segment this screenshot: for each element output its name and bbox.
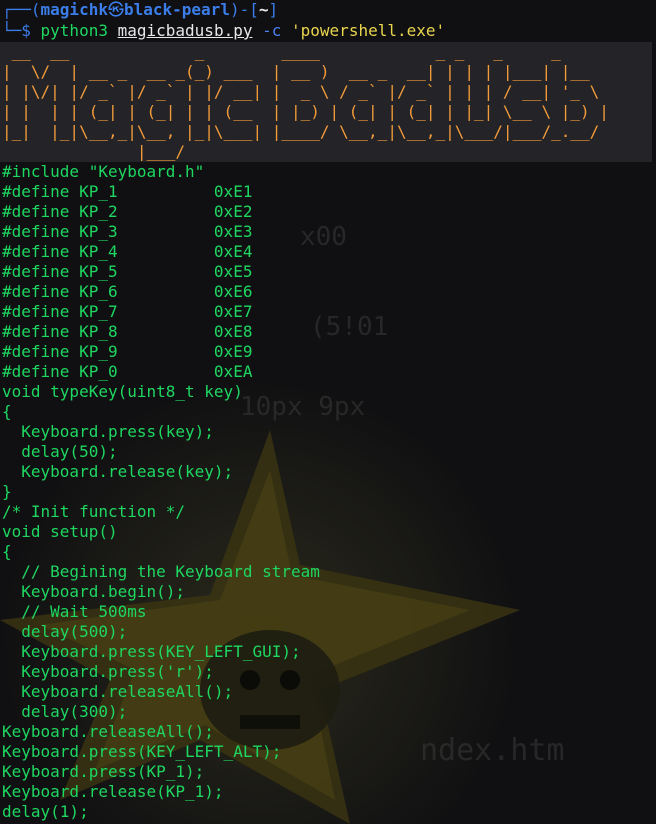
code-line: Keyboard.press(KEY_LEFT_ALT);: [2, 742, 282, 761]
terminal-window[interactable]: ┌──(magichk㉿black-pearl)-[~] └─$ python3…: [0, 0, 656, 824]
code-line: Keyboard.begin();: [2, 582, 186, 601]
code-line: #define KP_2 0xE2: [2, 202, 253, 221]
code-line: #define KP_3 0xE3: [2, 222, 253, 241]
code-line: #define KP_9 0xE9: [2, 342, 253, 361]
code-line: #define KP_7 0xE7: [2, 302, 253, 321]
command-line[interactable]: └─$ python3 magicbadusb.py -c 'powershel…: [2, 21, 445, 41]
prompt-dir-close: ]: [268, 0, 279, 19]
ascii-banner: __ __ _ ____ _ _ _ _ | \/ | __ _ __ _(_)…: [0, 42, 652, 162]
code-line: #define KP_1 0xE1: [2, 182, 253, 201]
code-line: delay(300);: [2, 702, 128, 721]
code-line: Keyboard.press(KEY_LEFT_GUI);: [2, 642, 301, 661]
code-line: delay(1);: [2, 802, 89, 821]
code-line: #define KP_8 0xE8: [2, 322, 253, 341]
code-line: Keyboard.releaseAll();: [2, 682, 234, 701]
code-line: void setup(): [2, 522, 118, 541]
prompt-dollar: └─$: [2, 21, 41, 40]
code-line: Keyboard.releaseAll();: [2, 722, 214, 741]
code-line: {: [2, 542, 12, 561]
code-line: Keyboard.release(KP_1);: [2, 782, 224, 801]
code-line: #define KP_6 0xE6: [2, 282, 253, 301]
prompt-line: ┌──(magichk㉿black-pearl)-[~]: [2, 0, 278, 20]
ascii-banner-text: __ __ _ ____ _ _ _ _ | \/ | __ _ __ _(_)…: [2, 42, 609, 161]
prompt-host: black-pearl: [123, 0, 230, 19]
prompt-bracket-open: ┌──(: [2, 0, 41, 19]
code-line: #define KP_0 0xEA: [2, 362, 253, 381]
prompt-directory: ~: [258, 0, 269, 19]
command-name: python3: [40, 21, 108, 40]
code-line: Keyboard.press(key);: [2, 422, 214, 441]
prompt-user: magichk: [40, 0, 108, 19]
command-file-arg: magicbadusb.py: [117, 21, 253, 40]
code-line: /* Init function */: [2, 502, 186, 521]
code-line: #define KP_4 0xE4: [2, 242, 253, 261]
code-line: Keyboard.press(KP_1);: [2, 762, 205, 781]
code-line: Keyboard.press('r');: [2, 662, 214, 681]
code-line: // Begining the Keyboard stream: [2, 562, 320, 581]
command-string-arg: 'powershell.exe': [291, 21, 446, 40]
code-line: delay(500);: [2, 622, 128, 641]
code-line: #include "Keyboard.h": [2, 162, 205, 181]
code-line: delay(50);: [2, 442, 118, 461]
skull-icon: ㉿: [107, 0, 124, 19]
code-line: Keyboard.release(key);: [2, 462, 234, 481]
prompt-bracket-close: )-[: [229, 0, 259, 19]
command-flag: -c: [262, 21, 282, 40]
code-line: void typeKey(uint8_t key): [2, 382, 243, 401]
code-line: // Wait 500ms: [2, 602, 147, 621]
code-line: {: [2, 402, 12, 421]
code-line: #define KP_5 0xE5: [2, 262, 253, 281]
code-line: }: [2, 482, 12, 501]
